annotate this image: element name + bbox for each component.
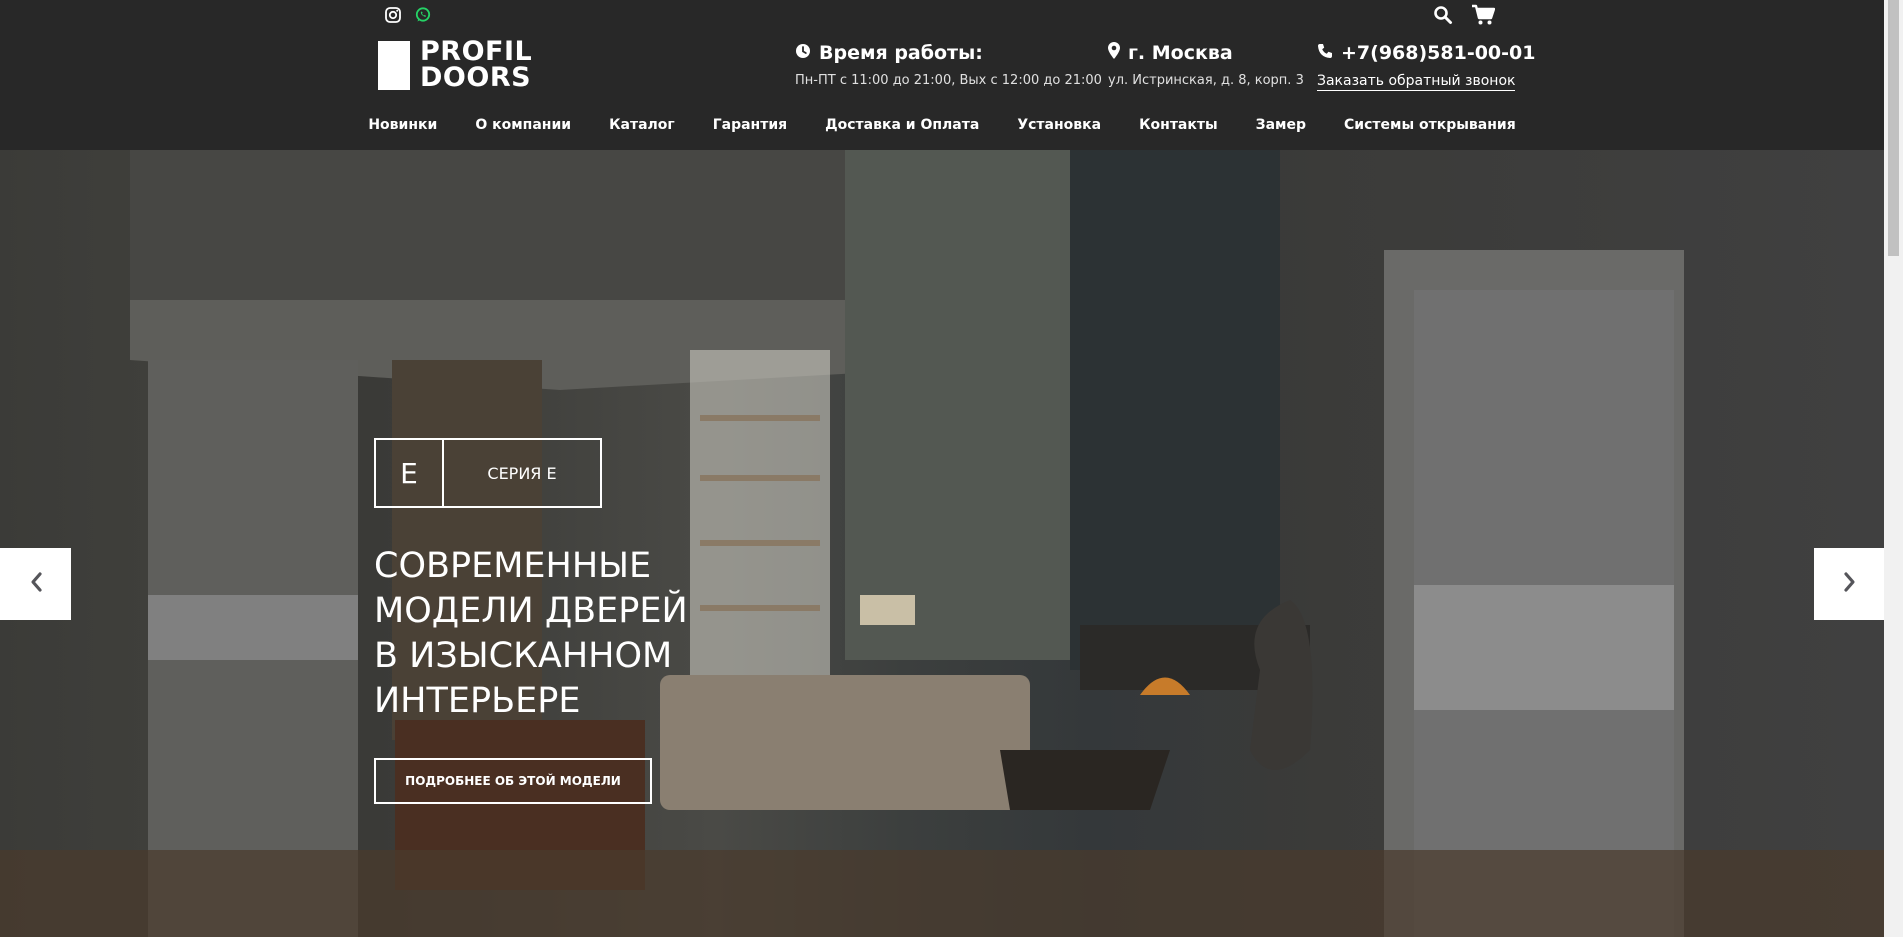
hero-headline: СОВРЕМЕННЫЕ МОДЕЛИ ДВЕРЕЙ В ИЗЫСКАННОМ И…: [374, 544, 714, 724]
clock-icon: [795, 42, 811, 64]
site-header: PROFIL DOORS Время работы: Пн-ПТ с 11:00…: [0, 0, 1884, 150]
map-marker-icon: [1108, 42, 1120, 64]
social-links: [384, 6, 432, 24]
city-title: г. Москва: [1128, 42, 1233, 64]
prev-slide-button[interactable]: [0, 548, 71, 620]
logo-mark: [378, 40, 410, 90]
cart-icon[interactable]: [1471, 4, 1496, 31]
site-logo[interactable]: PROFIL DOORS: [378, 38, 532, 93]
nav-item-installation[interactable]: Установка: [998, 113, 1120, 139]
working-hours: Время работы: Пн-ПТ с 11:00 до 21:00, Вы…: [795, 42, 1102, 88]
series-letter: E: [376, 440, 444, 506]
callback-link[interactable]: Заказать обратный звонок: [1317, 73, 1516, 91]
chevron-right-icon: [1843, 571, 1857, 598]
nav-item-warranty[interactable]: Гарантия: [694, 113, 806, 139]
nav-item-opening-systems[interactable]: Системы открывания: [1325, 113, 1535, 139]
instagram-icon[interactable]: [384, 6, 402, 24]
nav-item-contacts[interactable]: Контакты: [1120, 113, 1237, 139]
scrollbar-thumb[interactable]: [1888, 0, 1899, 256]
hero-slider: E СЕРИЯ Е СОВРЕМЕННЫЕ МОДЕЛИ ДВЕРЕЙ В ИЗ…: [0, 150, 1884, 937]
hours-title: Время работы:: [819, 42, 983, 64]
phone-icon: [1317, 42, 1333, 64]
phone-number[interactable]: +7(968)581-00-01: [1341, 42, 1535, 64]
nav-item-about[interactable]: О компании: [456, 113, 590, 139]
nav-item-measure[interactable]: Замер: [1237, 113, 1325, 139]
logo-text: PROFIL DOORS: [420, 38, 532, 93]
headline-line-3: В ИЗЫСКАННОМ: [374, 636, 673, 676]
model-details-button[interactable]: ПОДРОБНЕЕ ОБ ЭТОЙ МОДЕЛИ: [374, 758, 652, 804]
logo-line-2: DOORS: [420, 62, 532, 93]
nav-item-catalog[interactable]: Каталог: [590, 113, 694, 139]
whatsapp-icon[interactable]: [414, 6, 432, 24]
series-name: СЕРИЯ Е: [487, 463, 557, 483]
next-slide-button[interactable]: [1814, 548, 1884, 620]
headline-line-4: ИНТЕРЬЕРЕ: [374, 681, 581, 721]
headline-line-2: МОДЕЛИ ДВЕРЕЙ: [374, 591, 688, 631]
nav-item-new[interactable]: Новинки: [349, 113, 456, 139]
location: г. Москва ул. Истринская, д. 8, корп. 3: [1108, 42, 1304, 88]
chevron-left-icon: [29, 571, 43, 598]
hero-background-image: [0, 150, 1884, 937]
headline-line-1: СОВРЕМЕННЫЕ: [374, 546, 652, 586]
page-scrollbar[interactable]: [1884, 0, 1903, 937]
main-nav: Новинки О компании Каталог Гарантия Дост…: [0, 113, 1884, 139]
header-tools: [1433, 4, 1496, 31]
contact-phone: +7(968)581-00-01 Заказать обратный звоно…: [1317, 42, 1535, 91]
hours-detail: Пн-ПТ с 11:00 до 21:00, Вых с 12:00 до 2…: [795, 73, 1102, 88]
series-badge: E СЕРИЯ Е: [374, 438, 602, 508]
address-detail: ул. Истринская, д. 8, корп. 3: [1108, 73, 1304, 88]
nav-item-delivery[interactable]: Доставка и Оплата: [806, 113, 998, 139]
search-icon[interactable]: [1433, 5, 1453, 30]
